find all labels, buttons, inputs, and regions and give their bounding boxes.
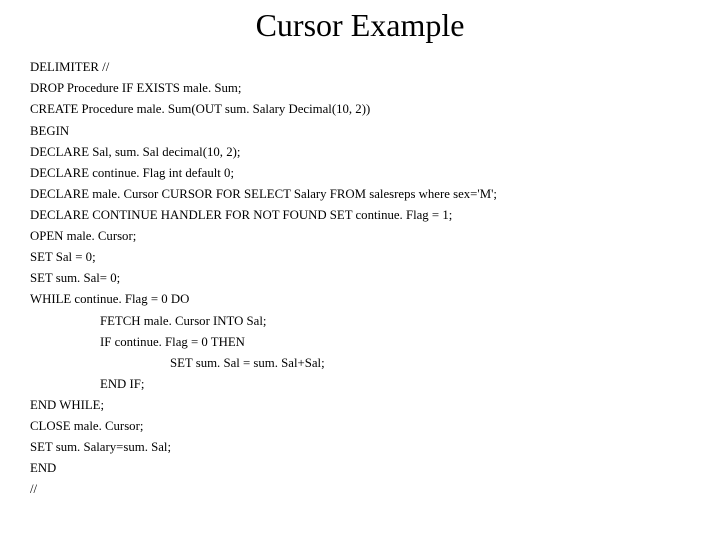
- code-line: CLOSE male. Cursor;: [30, 416, 690, 437]
- code-line: SET sum. Sal = sum. Sal+Sal;: [30, 353, 690, 374]
- code-line: END: [30, 458, 690, 479]
- code-line: SET Sal = 0;: [30, 247, 690, 268]
- code-line: DELIMITER //: [30, 57, 690, 78]
- code-line: DECLARE CONTINUE HANDLER FOR NOT FOUND S…: [30, 205, 690, 226]
- code-line: OPEN male. Cursor;: [30, 226, 690, 247]
- code-line: WHILE continue. Flag = 0 DO: [30, 289, 690, 310]
- slide: Cursor Example DELIMITER // DROP Procedu…: [0, 0, 720, 540]
- code-line: DECLARE male. Cursor CURSOR FOR SELECT S…: [30, 184, 690, 205]
- code-line: DECLARE continue. Flag int default 0;: [30, 163, 690, 184]
- code-line: DROP Procedure IF EXISTS male. Sum;: [30, 78, 690, 99]
- code-line: IF continue. Flag = 0 THEN: [30, 332, 690, 353]
- code-line: CREATE Procedure male. Sum(OUT sum. Sala…: [30, 99, 690, 120]
- code-line: SET sum. Sal= 0;: [30, 268, 690, 289]
- code-line: END IF;: [30, 374, 690, 395]
- code-line: SET sum. Salary=sum. Sal;: [30, 437, 690, 458]
- code-line: BEGIN: [30, 121, 690, 142]
- code-line: DECLARE Sal, sum. Sal decimal(10, 2);: [30, 142, 690, 163]
- code-block: DELIMITER // DROP Procedure IF EXISTS ma…: [30, 57, 690, 500]
- code-line: //: [30, 479, 690, 500]
- code-line: FETCH male. Cursor INTO Sal;: [30, 311, 690, 332]
- code-line: END WHILE;: [30, 395, 690, 416]
- slide-title: Cursor Example: [30, 8, 690, 43]
